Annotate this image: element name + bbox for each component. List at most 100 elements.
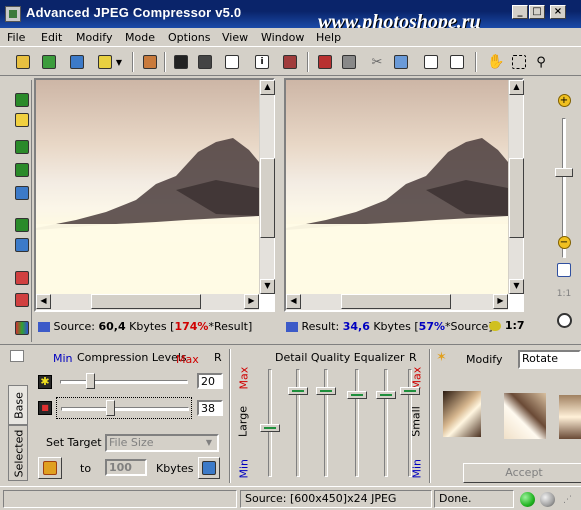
chevron-down-icon[interactable]: ▼ bbox=[202, 436, 216, 450]
magic-wand-icon[interactable] bbox=[11, 110, 33, 130]
compression-level-1-value[interactable]: 20 bbox=[197, 373, 223, 389]
crop-icon[interactable] bbox=[391, 52, 411, 72]
scroll-down-icon[interactable]: ▼ bbox=[509, 279, 524, 294]
scroll-thumb[interactable] bbox=[509, 158, 524, 238]
fit-window-icon[interactable] bbox=[554, 260, 574, 280]
cut-icon[interactable]: ✂ bbox=[367, 52, 387, 72]
equalizer-knob-1[interactable] bbox=[260, 424, 280, 432]
scroll-thumb[interactable] bbox=[260, 158, 275, 238]
target-type-select[interactable]: File Size ▼ bbox=[105, 434, 219, 452]
dropdown-arrow-icon[interactable]: ▼ bbox=[113, 52, 125, 72]
preview-thumb-2[interactable] bbox=[504, 393, 546, 439]
accept-button[interactable]: Accept bbox=[463, 463, 581, 483]
grid-icon[interactable] bbox=[11, 268, 33, 288]
compare-icon[interactable] bbox=[421, 52, 441, 72]
equalizer-track-4[interactable] bbox=[355, 369, 359, 477]
save-icon[interactable] bbox=[39, 52, 59, 72]
scroll-up-icon[interactable]: ▲ bbox=[509, 80, 524, 95]
scroll-down-icon[interactable]: ▼ bbox=[260, 279, 275, 294]
result-vertical-scrollbar[interactable]: ▲ ▼ bbox=[508, 80, 524, 294]
menu-options[interactable]: Options bbox=[168, 31, 210, 44]
zoom-slider-knob[interactable] bbox=[555, 168, 573, 177]
target-compute-button[interactable] bbox=[198, 457, 220, 479]
menu-file[interactable]: File bbox=[7, 31, 25, 44]
source-image-pane[interactable]: ▲ ▼ ◀ ▶ bbox=[34, 78, 275, 312]
zoom-out-icon[interactable]: − bbox=[554, 232, 574, 252]
navigator-icon[interactable] bbox=[554, 310, 574, 330]
menu-mode[interactable]: Mode bbox=[125, 31, 155, 44]
menu-help[interactable]: Help bbox=[316, 31, 341, 44]
batch-icon[interactable] bbox=[67, 52, 87, 72]
equalizer-track-5[interactable] bbox=[384, 369, 388, 477]
equalizer-track-3[interactable] bbox=[324, 369, 328, 477]
modify-select[interactable]: Rotate bbox=[518, 350, 581, 369]
scroll-up-icon[interactable]: ▲ bbox=[260, 80, 275, 95]
result-horizontal-scrollbar[interactable]: ◀ ▶ bbox=[286, 294, 508, 310]
save-floppy-icon[interactable] bbox=[171, 52, 191, 72]
split-icon[interactable] bbox=[11, 215, 33, 235]
scroll-thumb[interactable] bbox=[91, 294, 201, 309]
target-size-input[interactable]: 100 bbox=[105, 459, 147, 476]
preview-thumb-1[interactable] bbox=[443, 391, 481, 437]
zoom-in-icon[interactable]: + bbox=[554, 90, 574, 110]
set-target-label: Set Target bbox=[46, 436, 102, 449]
result-image bbox=[286, 80, 508, 294]
equalizer-knob-5[interactable] bbox=[376, 391, 396, 399]
minimize-button[interactable]: _ bbox=[512, 5, 528, 19]
paste-icon[interactable] bbox=[339, 52, 359, 72]
zoom-select-icon[interactable]: ⚲ bbox=[531, 52, 551, 72]
open-icon[interactable] bbox=[13, 52, 33, 72]
equalizer-track-1[interactable] bbox=[268, 369, 272, 477]
compression-slider-2-knob[interactable] bbox=[106, 400, 115, 416]
menu-modify[interactable]: Modify bbox=[76, 31, 112, 44]
menu-view[interactable]: View bbox=[222, 31, 248, 44]
menu-edit[interactable]: Edit bbox=[41, 31, 62, 44]
info-icon[interactable]: i bbox=[252, 52, 272, 72]
close-button[interactable]: × bbox=[550, 5, 566, 19]
equalizer-track-2[interactable] bbox=[296, 369, 300, 477]
copy-to-result-icon[interactable] bbox=[11, 90, 33, 110]
monitor-icon[interactable] bbox=[11, 183, 33, 203]
preview-thumb-3[interactable] bbox=[559, 395, 581, 439]
source-info-icon bbox=[38, 322, 50, 332]
hand-icon[interactable]: ✋ bbox=[486, 52, 506, 72]
tab-base[interactable]: Base bbox=[8, 385, 28, 425]
menu-window[interactable]: Window bbox=[261, 31, 304, 44]
tab-selected[interactable]: Selected bbox=[8, 425, 28, 481]
scroll-left-icon[interactable]: ◀ bbox=[286, 294, 301, 309]
screen-icon[interactable] bbox=[222, 52, 242, 72]
actual-size-icon[interactable]: 1:1 bbox=[554, 284, 574, 304]
layout-vertical-icon[interactable] bbox=[11, 160, 33, 180]
target-apply-button[interactable] bbox=[38, 457, 62, 479]
equalizer-knob-3[interactable] bbox=[316, 387, 336, 395]
compression-slider-1-knob[interactable] bbox=[86, 373, 95, 389]
save-as-icon[interactable] bbox=[195, 52, 215, 72]
equalizer-knob-6[interactable] bbox=[400, 387, 420, 395]
page-icon[interactable] bbox=[447, 52, 467, 72]
compression-slider-1[interactable] bbox=[56, 370, 192, 390]
result-image-pane[interactable]: ▲ ▼ ◀ ▶ bbox=[284, 78, 524, 312]
compression-slider-2[interactable] bbox=[56, 397, 192, 419]
equalizer-track-6[interactable] bbox=[408, 369, 412, 477]
scroll-thumb[interactable] bbox=[341, 294, 451, 309]
scroll-right-icon[interactable]: ▶ bbox=[493, 294, 508, 309]
equalizer-knob-4[interactable] bbox=[347, 391, 367, 399]
scroll-left-icon[interactable]: ◀ bbox=[36, 294, 51, 309]
layout-horizontal-icon[interactable] bbox=[11, 137, 33, 157]
split-monitor-icon[interactable] bbox=[11, 235, 33, 255]
compression-level-2-value[interactable]: 38 bbox=[197, 400, 223, 416]
source-vertical-scrollbar[interactable]: ▲ ▼ bbox=[259, 80, 275, 294]
copy-icon[interactable] bbox=[315, 52, 335, 72]
book-icon[interactable] bbox=[280, 52, 300, 72]
grid-large-icon[interactable] bbox=[11, 290, 33, 310]
color-bars-icon[interactable] bbox=[11, 318, 33, 338]
maximize-button[interactable]: □ bbox=[529, 5, 545, 19]
convert-icon[interactable] bbox=[95, 52, 115, 72]
equalizer-knob-2[interactable] bbox=[288, 387, 308, 395]
source-horizontal-scrollbar[interactable]: ◀ ▶ bbox=[36, 294, 259, 310]
select-icon[interactable] bbox=[509, 52, 529, 72]
ratio-info: 1:7 bbox=[489, 319, 525, 332]
panel-checkbox[interactable] bbox=[10, 350, 24, 362]
export-icon[interactable] bbox=[140, 52, 160, 72]
scroll-right-icon[interactable]: ▶ bbox=[244, 294, 259, 309]
